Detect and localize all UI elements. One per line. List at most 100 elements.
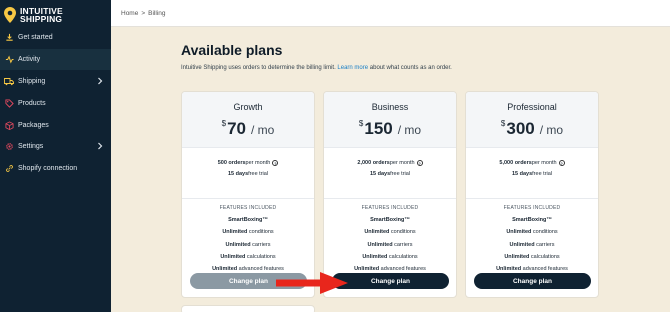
- plan-header: Professional $ 300 / mo: [466, 92, 598, 148]
- feature-item: SmartBoxing™: [182, 217, 314, 229]
- gear-icon: [4, 142, 14, 152]
- plan-card-business: Business $ 150 / mo 2,000 orders per mon…: [323, 91, 457, 298]
- feature-bold: Unlimited: [222, 229, 248, 236]
- plan-limits: 2,000 orders per month? 15 days free tri…: [324, 148, 456, 199]
- features-list: FEATURES INCLUDED SmartBoxing™ Unlimited…: [324, 199, 456, 278]
- plan-card-partial: [181, 305, 315, 312]
- feature-text: advanced features: [521, 266, 568, 273]
- price-currency: $: [358, 119, 364, 128]
- price-period: / mo: [539, 123, 564, 137]
- feature-bold: Unlimited: [509, 241, 535, 248]
- sidebar-item-shopify-connection[interactable]: Shopify connection: [0, 158, 111, 179]
- feature-bold: Unlimited: [220, 253, 246, 260]
- orders-limit: 2,000 orders per month?: [324, 157, 456, 168]
- feature-bold: SmartBoxing™: [228, 217, 268, 223]
- learn-more-link[interactable]: Learn more: [337, 65, 368, 71]
- plan-limits: 5,000 orders per month? 15 days free tri…: [466, 148, 598, 199]
- download-icon: [4, 33, 14, 43]
- feature-item: Unlimited conditions: [466, 229, 598, 241]
- subtitle-text: Intuitive Shipping uses orders to determ…: [181, 65, 338, 71]
- plan-name: Professional: [507, 102, 557, 112]
- sidebar-item-label: Products: [18, 100, 46, 107]
- trial-days: 15 days: [227, 170, 249, 177]
- feature-bold: Unlimited: [496, 266, 522, 273]
- features-list: FEATURES INCLUDED SmartBoxing™ Unlimited…: [182, 199, 314, 278]
- feature-item: SmartBoxing™: [466, 217, 598, 229]
- orders-count: 5,000 orders: [499, 159, 532, 166]
- price-period: / mo: [397, 123, 422, 137]
- brand-name-line2: SHIPPING: [20, 14, 63, 24]
- sidebar-item-label: Packages: [18, 122, 49, 129]
- trial-length: 15 days free trial: [466, 168, 598, 179]
- trial-suffix: free trial: [390, 170, 411, 177]
- page-subtitle: Intuitive Shipping uses orders to determ…: [181, 65, 452, 71]
- feature-text: calculations: [529, 253, 560, 260]
- sidebar-item-packages[interactable]: Packages: [0, 115, 111, 136]
- sidebar-item-products[interactable]: Products: [0, 93, 111, 114]
- brand-logo[interactable]: INTUITIVE SHIPPING: [4, 4, 109, 26]
- price-amount: 150: [364, 119, 393, 138]
- activity-icon: [4, 55, 14, 65]
- brand-name: INTUITIVE SHIPPING: [20, 6, 63, 24]
- link-icon: [4, 164, 14, 174]
- feature-bold: Unlimited: [364, 229, 390, 236]
- feature-item: SmartBoxing™: [324, 217, 456, 229]
- box-icon: [4, 121, 14, 131]
- orders-suffix: per month: [389, 159, 415, 166]
- sidebar-item-label: Shipping: [18, 78, 46, 85]
- feature-bold: Unlimited: [367, 241, 393, 248]
- sidebar-item-shipping[interactable]: Shipping: [0, 71, 111, 92]
- orders-limit: 500 orders per month?: [182, 157, 314, 168]
- trial-length: 15 days free trial: [182, 168, 314, 179]
- feature-bold: SmartBoxing™: [370, 217, 410, 223]
- breadcrumb: Home > Billing: [111, 0, 670, 27]
- plan-price: $ 300 / mo: [466, 119, 598, 139]
- feature-text: calculations: [245, 253, 276, 260]
- plan-name: Business: [371, 102, 409, 112]
- feature-text: carriers: [534, 241, 555, 248]
- feature-bold: SmartBoxing™: [512, 217, 552, 223]
- features-list: FEATURES INCLUDED SmartBoxing™ Unlimited…: [466, 199, 598, 278]
- breadcrumb-home[interactable]: Home: [121, 10, 138, 17]
- sidebar-item-get-started[interactable]: Get started: [0, 27, 111, 48]
- plan-card-professional: Professional $ 300 / mo 5,000 orders per…: [465, 91, 599, 298]
- trial-length: 15 days free trial: [324, 168, 456, 179]
- help-icon[interactable]: ?: [416, 159, 423, 166]
- plan-price: $ 150 / mo: [324, 119, 456, 139]
- breadcrumb-separator: >: [141, 9, 146, 17]
- help-icon[interactable]: ?: [272, 159, 279, 166]
- orders-suffix: per month: [245, 159, 271, 166]
- feature-text: advanced features: [379, 266, 426, 273]
- feature-bold: Unlimited: [212, 266, 238, 273]
- orders-suffix: per month: [531, 159, 557, 166]
- feature-item: Unlimited conditions: [324, 229, 456, 241]
- trial-days: 15 days: [369, 170, 391, 177]
- feature-text: conditions: [389, 229, 416, 236]
- truck-icon: [4, 77, 14, 87]
- breadcrumb-current: Billing: [148, 9, 166, 17]
- sidebar-item-label: Activity: [18, 56, 41, 63]
- orders-limit: 5,000 orders per month?: [466, 157, 598, 168]
- feature-text: conditions: [247, 229, 274, 236]
- feature-bold: Unlimited: [504, 253, 530, 260]
- plan-name: Growth: [233, 102, 263, 112]
- location-pin-icon: [4, 7, 16, 23]
- tag-icon: [4, 99, 14, 109]
- sidebar-item-settings[interactable]: Settings: [0, 136, 111, 157]
- feature-item: Unlimited carriers: [324, 242, 456, 254]
- sidebar-item-activity[interactable]: Activity: [0, 49, 111, 70]
- change-plan-button[interactable]: Change plan: [474, 273, 591, 289]
- price-currency: $: [500, 119, 506, 128]
- features-heading: FEATURES INCLUDED: [503, 205, 561, 211]
- orders-count: 2,000 orders: [357, 159, 390, 166]
- feature-item: Unlimited carriers: [182, 242, 314, 254]
- annotation-arrow-icon: [276, 272, 348, 294]
- feature-bold: Unlimited: [225, 241, 251, 248]
- feature-bold: Unlimited: [362, 253, 388, 260]
- price-period: / mo: [251, 123, 275, 137]
- help-icon[interactable]: ?: [558, 159, 565, 166]
- plan-price: $ 70 / mo: [182, 119, 314, 139]
- feature-item: Unlimited carriers: [466, 242, 598, 254]
- change-plan-button[interactable]: Change plan: [332, 273, 449, 289]
- feature-text: calculations: [387, 253, 418, 260]
